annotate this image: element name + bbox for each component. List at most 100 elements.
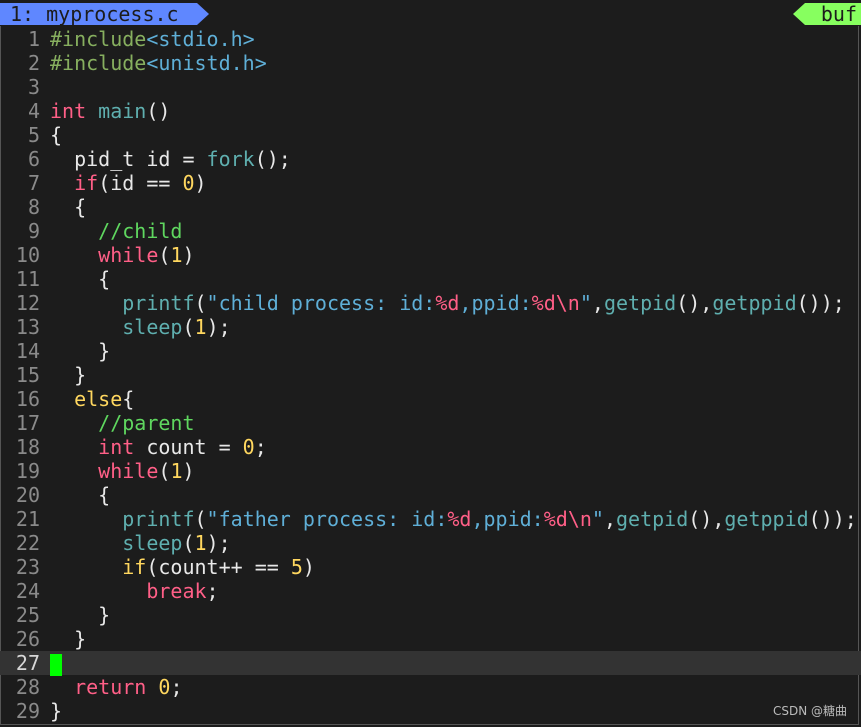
code-token: (); [254, 147, 291, 171]
code-token: int [50, 99, 87, 123]
code-token: { [50, 123, 63, 147]
code-token: } [50, 699, 63, 723]
line-number: 7 [27, 171, 40, 195]
line-number: 13 [15, 315, 40, 339]
tab-myprocess-c[interactable]: 1: myprocess.c [0, 3, 209, 25]
code-token: ) [194, 171, 207, 195]
code-token: (), [676, 291, 713, 315]
code-token: getppid [712, 291, 797, 315]
code-line-8: 8 { [0, 195, 861, 219]
code-token: 1 [170, 243, 183, 267]
code-token: if [74, 171, 99, 195]
code-token: ; [170, 675, 183, 699]
code-token: } [98, 603, 111, 627]
code-token: 1 [194, 315, 207, 339]
line-number: 22 [15, 531, 40, 555]
code-token: , [603, 507, 616, 531]
code-area[interactable]: 1 #include<stdio.h> 2 #include<unistd.h> 3… [0, 27, 861, 723]
code-token: { [122, 387, 135, 411]
code-token: %d [447, 507, 472, 531]
code-token: break [146, 579, 207, 603]
code-token: (count++ == [146, 555, 291, 579]
line-number: 12 [15, 291, 40, 315]
code-token: ) [182, 459, 195, 483]
code-token: { [98, 483, 111, 507]
code-token: 1 [194, 531, 207, 555]
code-line-27-current[interactable]: 27 [0, 651, 861, 676]
code-token: { [74, 195, 87, 219]
line-number: 29 [15, 699, 40, 723]
code-token: () [146, 99, 171, 123]
line-number: 8 [27, 195, 40, 219]
code-token: //parent [98, 411, 195, 435]
watermark: CSDN @糖曲 [772, 704, 847, 718]
code-line-2: 2 #include<unistd.h> [0, 51, 861, 75]
line-number: 1 [27, 27, 40, 51]
code-token: main [98, 99, 147, 123]
code-token: 5 [290, 555, 303, 579]
line-number: 23 [15, 555, 40, 579]
code-token: } [74, 363, 87, 387]
code-token: 0 [182, 171, 195, 195]
buffer-indicator: buf [792, 3, 861, 25]
text-cursor [50, 653, 62, 676]
code-token: //child [98, 219, 183, 243]
code-token: fork [206, 147, 255, 171]
code-token: { [98, 267, 111, 291]
line-number: 4 [27, 99, 40, 123]
line-number: 28 [15, 675, 40, 699]
code-token: ( [194, 291, 207, 315]
line-number: 10 [15, 243, 40, 267]
code-token: printf [122, 507, 195, 531]
code-line-24: 24 break; [0, 579, 861, 603]
code-line-17: 17 //parent [0, 411, 861, 435]
code-token: ); [206, 531, 231, 555]
code-line-23: 23 if(count++ == 5) [0, 555, 861, 579]
line-number: 14 [15, 339, 40, 363]
code-line-21: 21 printf("father process: id:%d,ppid:%d… [0, 507, 861, 531]
code-token: <unistd.h> [146, 51, 267, 75]
code-token: else [74, 387, 123, 411]
line-number: 26 [15, 627, 40, 651]
line-number: 19 [15, 459, 40, 483]
code-line-15: 15 } [0, 363, 861, 387]
code-token: %d [543, 507, 568, 531]
code-token: sleep [122, 531, 183, 555]
code-token: %d [435, 291, 460, 315]
line-number: 11 [15, 267, 40, 291]
code-token: getpid [603, 291, 677, 315]
tabline: 1: myprocess.c buf [0, 0, 861, 26]
code-token: "child process: id: [206, 291, 436, 315]
code-token: ()); [808, 507, 857, 531]
code-token: ; [254, 435, 267, 459]
code-token: " [579, 291, 592, 315]
code-token: 1 [170, 459, 183, 483]
code-token: (id == [98, 171, 183, 195]
code-token: while [98, 459, 159, 483]
code-token: ( [182, 315, 195, 339]
code-line-10: 10 while(1) [0, 243, 861, 267]
code-token: 0 [242, 435, 255, 459]
code-line-14: 14 } [0, 339, 861, 363]
code-line-11: 11 { [0, 267, 861, 291]
line-number: 24 [15, 579, 40, 603]
code-token: ( [158, 459, 171, 483]
code-token: return [74, 675, 147, 699]
code-line-7: 7 if(id == 0) [0, 171, 861, 195]
code-token: ) [302, 555, 315, 579]
code-token: ( [194, 507, 207, 531]
code-token: #include [50, 27, 147, 51]
code-line-1: 1 #include<stdio.h> [0, 27, 861, 51]
code-token: ; [206, 579, 219, 603]
code-token: %d [531, 291, 556, 315]
code-token: , [591, 291, 604, 315]
code-token: sleep [122, 315, 183, 339]
line-number: 17 [15, 411, 40, 435]
code-line-12: 12 printf("child process: id:%d,ppid:%d\… [0, 291, 861, 315]
line-number: 21 [15, 507, 40, 531]
code-token: } [98, 339, 111, 363]
code-token: ); [206, 315, 231, 339]
code-line-19: 19 while(1) [0, 459, 861, 483]
code-token: ) [182, 243, 195, 267]
line-number: 3 [27, 75, 40, 99]
